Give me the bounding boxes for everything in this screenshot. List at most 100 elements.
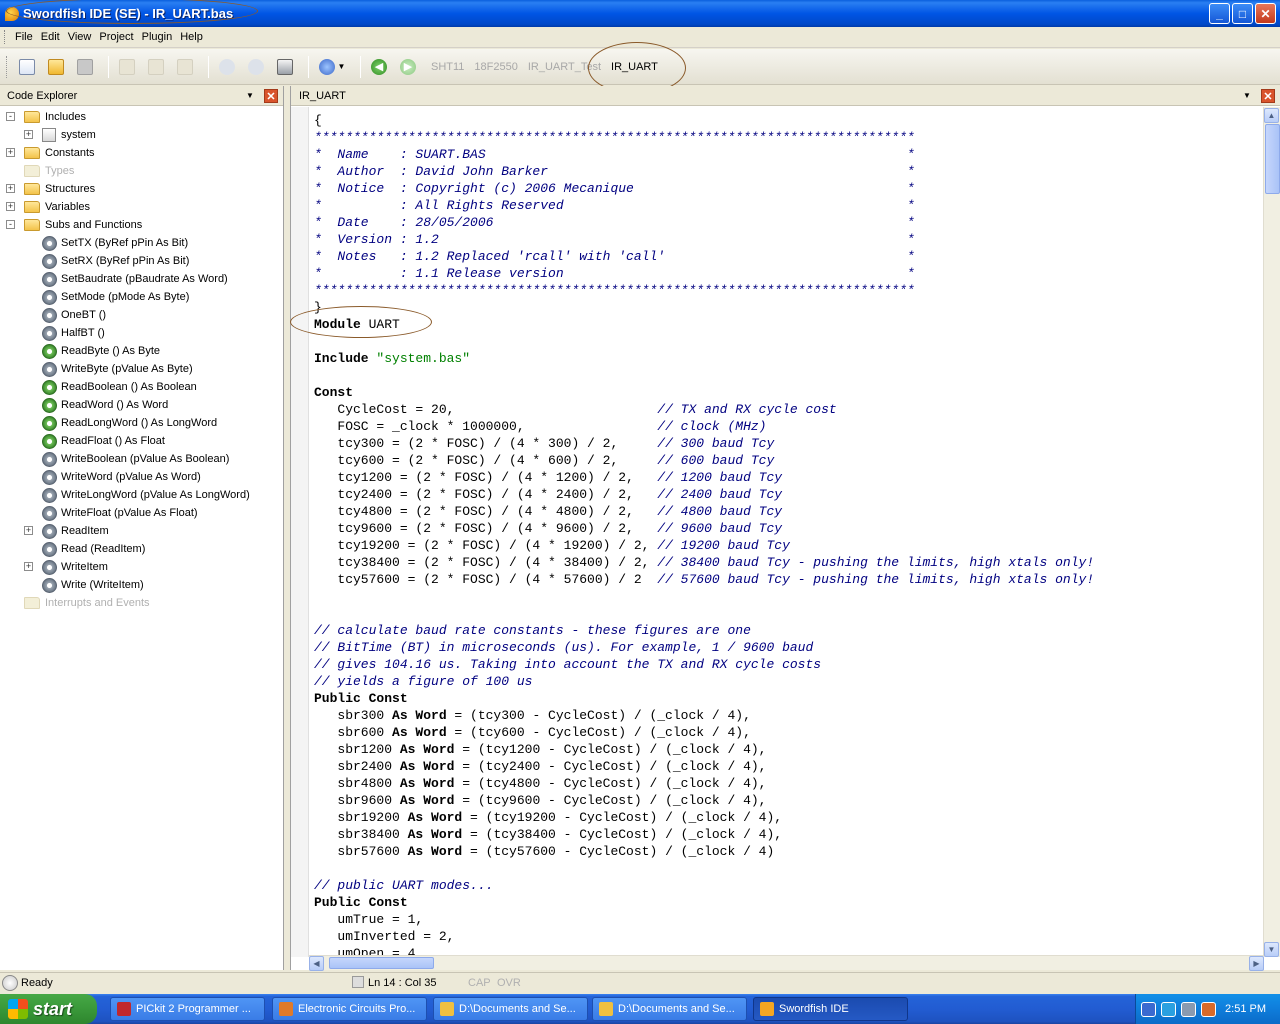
tree-node[interactable]: SetRX (ByRef pPin As Bit)	[42, 252, 189, 270]
code-token: = (tcy38400 - CycleCost) / (_clock / 4),	[462, 827, 783, 842]
code-text[interactable]: {***************************************…	[314, 112, 1264, 962]
tree-node[interactable]: SetBaudrate (pBaudrate As Word)	[42, 270, 228, 288]
tree-node[interactable]: ReadWord () As Word	[42, 396, 168, 414]
tree-node[interactable]: WriteByte (pValue As Byte)	[42, 360, 193, 378]
tree-node[interactable]: OneBT ()	[42, 306, 106, 324]
start-button[interactable]: start	[0, 994, 97, 1024]
tree-node-label: ReadFloat () As Float	[61, 435, 165, 447]
tree-node[interactable]: SetMode (pMode As Byte)	[42, 288, 189, 306]
tree-node[interactable]: + ReadItem	[24, 522, 109, 540]
scroll-right-icon[interactable]: ▶	[1249, 956, 1264, 971]
save-icon[interactable]	[73, 55, 97, 79]
collapse-icon[interactable]: -	[6, 220, 15, 229]
toolbar-separator	[360, 55, 361, 78]
print-icon[interactable]	[273, 55, 297, 79]
menu-view[interactable]: View	[64, 31, 96, 43]
vertical-scroll-thumb[interactable]	[1265, 124, 1280, 194]
tree-node[interactable]: Write (WriteItem)	[42, 576, 144, 594]
code-editor[interactable]: IR_UART ▼ ✕ {***************************…	[290, 86, 1280, 971]
folder-icon	[24, 147, 40, 159]
forward-arrow-icon[interactable]: ▶	[396, 55, 420, 79]
open-folder-icon[interactable]	[44, 55, 68, 79]
tree-node[interactable]: + Structures	[6, 180, 95, 198]
expand-icon[interactable]: +	[6, 148, 15, 157]
tree-node[interactable]: - Includes	[6, 108, 86, 126]
task-electronic-circuits[interactable]: Electronic Circuits Pro...	[272, 997, 427, 1021]
menu-edit[interactable]: Edit	[37, 31, 64, 43]
menu-file[interactable]: File	[11, 31, 37, 43]
tree-node[interactable]: Interrupts and Events	[24, 594, 150, 612]
expand-icon[interactable]: +	[24, 526, 33, 535]
function-icon	[42, 433, 57, 449]
tree-node[interactable]: WriteWord (pValue As Word)	[42, 468, 201, 486]
expand-icon[interactable]: +	[6, 184, 15, 193]
maximize-button[interactable]: □	[1232, 3, 1253, 24]
scroll-up-icon[interactable]: ▲	[1264, 108, 1279, 123]
doc-tab-ir-uart[interactable]: IR_UART	[611, 61, 658, 73]
tree-node[interactable]: ReadBoolean () As Boolean	[42, 378, 197, 396]
close-panel-icon[interactable]: ✕	[264, 89, 278, 103]
task-swordfish-ide[interactable]: Swordfish IDE	[753, 997, 908, 1021]
tree-node[interactable]: WriteLongWord (pValue As LongWord)	[42, 486, 250, 504]
horizontal-scrollbar[interactable]: ◀ ▶	[309, 955, 1264, 971]
tree-node[interactable]: HalfBT ()	[42, 324, 105, 342]
code-line: tcy2400 = (2 * FOSC) / (4 * 2400) / 2, /…	[314, 486, 1264, 503]
tree-node[interactable]: Types	[24, 162, 74, 180]
shield-icon[interactable]	[1181, 1001, 1196, 1017]
tree-node[interactable]: + WriteItem	[24, 558, 108, 576]
minimize-button[interactable]: _	[1209, 3, 1230, 24]
undo-icon[interactable]	[215, 55, 239, 79]
tree-node[interactable]: - Subs and Functions	[6, 216, 142, 234]
tree-node[interactable]: + Constants	[6, 144, 95, 162]
new-file-icon[interactable]	[15, 55, 39, 79]
tree-node[interactable]: ReadByte () As Byte	[42, 342, 160, 360]
scroll-down-icon[interactable]: ▼	[1264, 942, 1279, 957]
vertical-scrollbar[interactable]: ▲ ▼	[1263, 107, 1280, 957]
tree-node[interactable]: ReadFloat () As Float	[42, 432, 165, 450]
code-token: // gives 104.16 us. Taking into account …	[314, 657, 822, 672]
task-explorer-2[interactable]: D:\Documents and Se...	[592, 997, 747, 1021]
back-arrow-icon[interactable]: ◀	[367, 55, 391, 79]
chevron-down-icon[interactable]: ▼	[246, 91, 254, 100]
task-explorer-1[interactable]: D:\Documents and Se...	[433, 997, 588, 1021]
task-pickit2[interactable]: PICkit 2 Programmer ...	[110, 997, 265, 1021]
messenger-icon[interactable]	[1161, 1001, 1176, 1017]
tree-node[interactable]: SetTX (ByRef pPin As Bit)	[42, 234, 188, 252]
expand-icon[interactable]: +	[24, 562, 33, 571]
tree-node-label: Variables	[45, 201, 91, 213]
tree-node[interactable]: ReadLongWord () As LongWord	[42, 414, 217, 432]
code-line: tcy57600 = (2 * FOSC) / (4 * 57600) / 2 …	[314, 571, 1264, 588]
network-icon[interactable]	[1141, 1001, 1156, 1017]
expand-icon[interactable]: +	[6, 202, 15, 211]
close-button[interactable]: ✕	[1255, 3, 1276, 24]
sub-icon	[42, 487, 57, 503]
chevron-down-icon[interactable]: ▼	[1243, 91, 1251, 100]
code-token: = (tcy19200 - CycleCost) / (_clock / 4),	[462, 810, 783, 825]
doc-tab-18f2550[interactable]: 18F2550	[474, 61, 517, 73]
horizontal-scroll-thumb[interactable]	[329, 957, 434, 969]
code-token: // calculate baud rate constants - these…	[314, 623, 751, 638]
doc-tab-ir-uart-test[interactable]: IR_UART_Test	[528, 61, 601, 73]
tree-node[interactable]: WriteBoolean (pValue As Boolean)	[42, 450, 229, 468]
paste-icon[interactable]	[173, 55, 197, 79]
close-editor-icon[interactable]: ✕	[1261, 89, 1275, 103]
redo-icon[interactable]	[244, 55, 268, 79]
menu-help[interactable]: Help	[176, 31, 207, 43]
code-token: = (tcy600 - CycleCost) / (_clock / 4),	[446, 725, 751, 740]
cut-icon[interactable]	[115, 55, 139, 79]
menu-project[interactable]: Project	[95, 31, 137, 43]
tree-node[interactable]: + Variables	[6, 198, 91, 216]
collapse-icon[interactable]: -	[6, 112, 15, 121]
tree-node[interactable]: + system	[24, 126, 96, 144]
compile-program-icon[interactable]: ▼	[315, 55, 349, 79]
scroll-left-icon[interactable]: ◀	[309, 956, 324, 971]
code-token: sbr19200	[314, 810, 408, 825]
tree-node[interactable]: Read (ReadItem)	[42, 540, 145, 558]
doc-tab-sht11[interactable]: SHT11	[431, 61, 464, 73]
code-token: Public Const	[314, 895, 408, 910]
tree-node[interactable]: WriteFloat (pValue As Float)	[42, 504, 198, 522]
update-icon[interactable]	[1201, 1001, 1216, 1017]
expand-icon[interactable]: +	[24, 130, 33, 139]
copy-icon[interactable]	[144, 55, 168, 79]
menu-plugin[interactable]: Plugin	[138, 31, 177, 43]
